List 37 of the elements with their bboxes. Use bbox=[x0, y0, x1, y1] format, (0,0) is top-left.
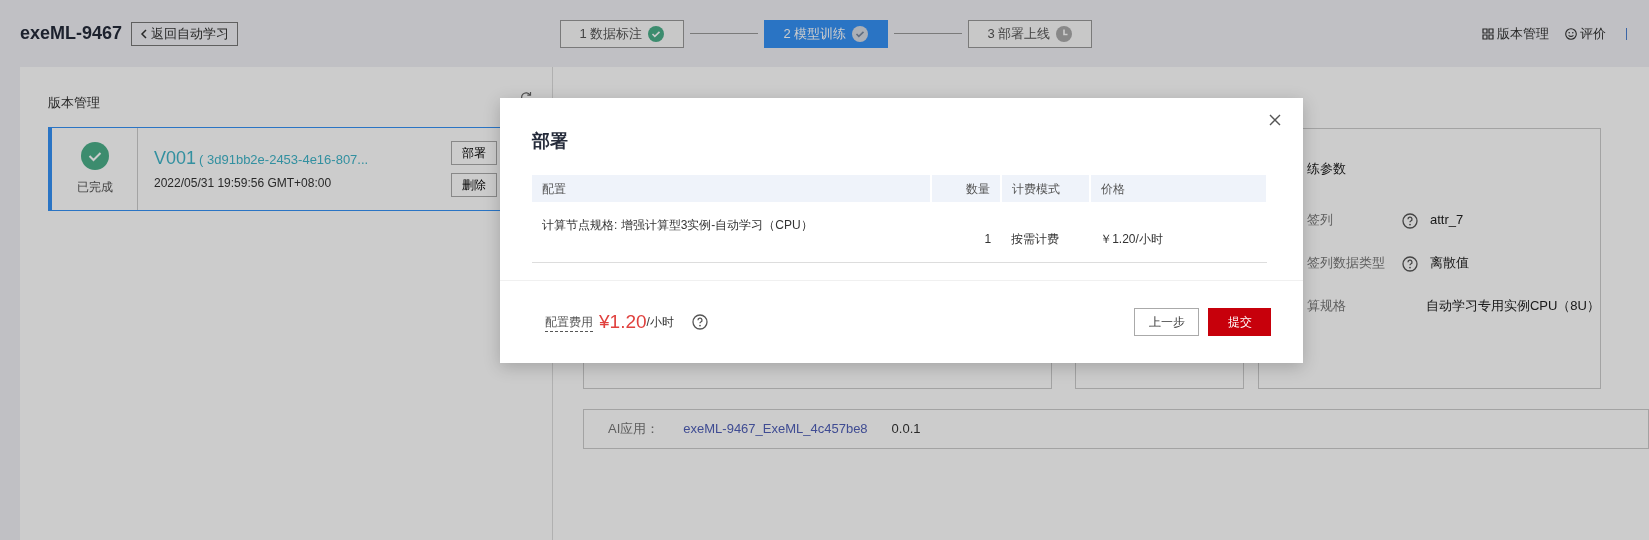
step-tab[interactable]: 1 数据标注 bbox=[560, 19, 684, 48]
action-button[interactable]: 部署 bbox=[451, 140, 497, 165]
table-cell: 计算节点规格: 增强计算型3实例-自动学习（CPU） bbox=[532, 202, 932, 262]
param-value: 离散值 bbox=[1430, 254, 1469, 273]
fee-unit: /小时 bbox=[646, 314, 674, 331]
param-label: 算规格 bbox=[1307, 297, 1347, 316]
fee-label: 配置费用 bbox=[545, 312, 593, 332]
column-header: 计费模式 bbox=[1001, 175, 1091, 202]
app-version: 0.0.1 bbox=[891, 420, 921, 439]
step-tab[interactable]: 3 部署上线 bbox=[968, 19, 1092, 48]
version-name: V001 bbox=[154, 147, 197, 170]
param-value: attr_7 bbox=[1430, 211, 1464, 230]
fee-amount: ¥1.20 bbox=[599, 309, 647, 334]
param-label: 签列数据类型 bbox=[1307, 254, 1386, 273]
version-id: ( 3d91bb2e-2453-4e16-807... bbox=[199, 151, 369, 169]
back-button[interactable]: 返回自动学习 bbox=[131, 21, 238, 46]
dialog-title: 部署 bbox=[532, 130, 568, 153]
app-link[interactable]: exeML-9467_ExeML_4c457be8 bbox=[683, 419, 868, 439]
dialog-button[interactable]: 提交 bbox=[1208, 308, 1271, 336]
header-link[interactable]: 评价 bbox=[1565, 23, 1606, 44]
action-button[interactable]: 删除 bbox=[451, 172, 497, 197]
table-cell: 1 bbox=[931, 202, 1002, 262]
param-label: 签列 bbox=[1307, 211, 1334, 230]
page-title: exeML-9467 bbox=[20, 22, 124, 45]
dialog-button[interactable]: 上一步 bbox=[1134, 308, 1199, 336]
app-label: AI应用： bbox=[608, 420, 660, 439]
column-header: 配置 bbox=[532, 175, 932, 202]
status-label: 已完成 bbox=[76, 178, 113, 196]
version-time: 2022/05/31 19:59:56 GMT+08:00 bbox=[154, 175, 333, 192]
param-value: 自动学习专用实例CPU（8U） bbox=[1425, 297, 1600, 316]
column-header: 价格 bbox=[1090, 175, 1267, 202]
card-title: 练参数 bbox=[1307, 160, 1347, 178]
header-link[interactable]: 版本管理 bbox=[1482, 23, 1549, 44]
panel-title: 版本管理 bbox=[48, 94, 100, 112]
column-header: 数量 bbox=[931, 175, 1002, 202]
table-cell: ￥1.20/小时 bbox=[1090, 202, 1267, 262]
table-cell: 按需计费 bbox=[1001, 202, 1091, 262]
